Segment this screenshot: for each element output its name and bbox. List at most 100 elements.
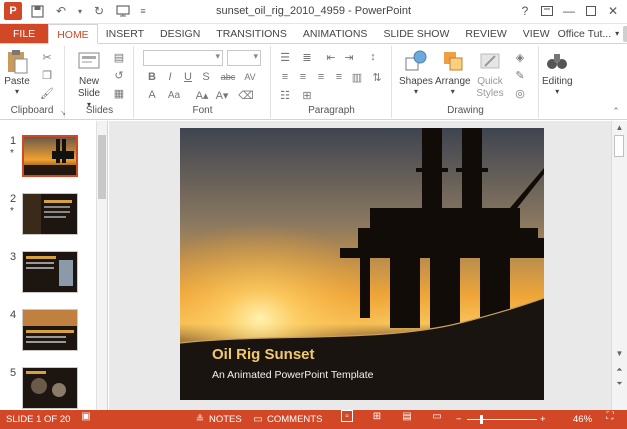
- notes-button[interactable]: ≗ NOTES: [194, 410, 242, 429]
- zoom-out-icon[interactable]: −: [456, 410, 462, 429]
- paste-button[interactable]: Paste ▾: [4, 48, 30, 96]
- thumbnails-scroll-thumb[interactable]: [98, 135, 106, 199]
- new-slide-button[interactable]: New Slide ▾: [74, 48, 104, 109]
- slide-thumbnails-pane: 1 * 2 * 3 4 5: [0, 121, 108, 410]
- character-spacing-button[interactable]: AV: [241, 70, 259, 84]
- help-icon[interactable]: ?: [515, 2, 535, 20]
- zoom-level[interactable]: 46%: [573, 410, 592, 429]
- cut-icon[interactable]: ✂: [40, 50, 54, 64]
- decrease-indent-icon[interactable]: ⇤: [324, 50, 338, 64]
- ribbon-display-options-icon[interactable]: [537, 2, 557, 20]
- slide-scrollbar[interactable]: ▲ ▼ ⏶ ⏷: [611, 121, 627, 410]
- tab-transitions[interactable]: TRANSITIONS: [208, 24, 295, 43]
- tab-view[interactable]: VIEW: [515, 24, 558, 43]
- smartart-icon[interactable]: ⊞: [300, 88, 314, 102]
- slide-thumbnail-2[interactable]: 2 *: [0, 193, 96, 245]
- reading-view-icon[interactable]: ▤: [401, 410, 413, 422]
- ribbon-tabs: FILE HOME INSERT DESIGN TRANSITIONS ANIM…: [0, 24, 627, 44]
- zoom-in-icon[interactable]: +: [540, 410, 546, 429]
- increase-indent-icon[interactable]: ⇥: [342, 50, 356, 64]
- shrink-font-icon[interactable]: A▾: [215, 88, 229, 102]
- reset-icon[interactable]: ↺: [112, 68, 126, 82]
- align-left-icon[interactable]: ≡: [278, 70, 292, 84]
- account-name[interactable]: Office Tut...: [558, 24, 612, 44]
- grow-font-icon[interactable]: A▴: [195, 88, 209, 102]
- avatar[interactable]: [623, 25, 627, 42]
- tab-animations[interactable]: ANIMATIONS: [295, 24, 376, 43]
- shapes-dropdown-icon[interactable]: ▾: [414, 87, 418, 96]
- slide-scroll-thumb[interactable]: [614, 135, 624, 157]
- shapes-button[interactable]: Shapes ▾: [399, 48, 433, 96]
- editing-button[interactable]: Editing ▾: [542, 48, 573, 96]
- slide-subtitle[interactable]: An Animated PowerPoint Template: [212, 369, 373, 381]
- shape-outline-icon[interactable]: ✎: [513, 68, 527, 82]
- comments-button[interactable]: ▭ COMMENTS: [252, 410, 322, 429]
- line-spacing-icon[interactable]: ↕: [366, 50, 380, 64]
- text-direction-icon[interactable]: ⇅: [370, 70, 384, 84]
- slide-sorter-icon[interactable]: ⊞: [371, 410, 383, 422]
- align-right-icon[interactable]: ≡: [314, 70, 328, 84]
- thumbnail-image: [22, 309, 78, 351]
- close-icon[interactable]: ✕: [603, 2, 623, 20]
- shape-fill-icon[interactable]: ◈: [513, 50, 527, 64]
- slide-title[interactable]: Oil Rig Sunset: [212, 346, 315, 363]
- zoom-slider-handle[interactable]: [480, 415, 483, 424]
- font-size-select[interactable]: [227, 50, 261, 66]
- slide-thumbnail-4[interactable]: 4: [0, 309, 96, 361]
- tab-slide-show[interactable]: SLIDE SHOW: [375, 24, 457, 43]
- fit-slide-icon[interactable]: ⛶: [604, 410, 616, 422]
- tab-home[interactable]: HOME: [48, 24, 98, 44]
- columns-icon[interactable]: ▥: [350, 70, 364, 84]
- slide-thumbnail-1[interactable]: 1 *: [0, 135, 96, 187]
- underline-button[interactable]: U: [181, 70, 195, 84]
- format-painter-icon[interactable]: 🖌: [40, 86, 54, 100]
- layout-icon[interactable]: ▤: [112, 50, 126, 64]
- slide-number: 3: [10, 251, 17, 263]
- justify-icon[interactable]: ≡: [332, 70, 346, 84]
- thumbnail-image: [22, 251, 78, 293]
- current-slide[interactable]: Oil Rig Sunset An Animated PowerPoint Te…: [180, 128, 544, 400]
- drawing-label: Drawing: [447, 105, 484, 116]
- copy-icon[interactable]: ❐: [40, 68, 54, 82]
- account-dropdown-icon[interactable]: ▾: [615, 29, 619, 38]
- numbering-icon[interactable]: ≣: [300, 50, 314, 64]
- tab-file[interactable]: FILE: [0, 24, 49, 43]
- slide-thumbnail-5[interactable]: 5: [0, 367, 96, 410]
- arrange-button[interactable]: Arrange ▾: [435, 48, 471, 96]
- bullets-icon[interactable]: ☰: [278, 50, 292, 64]
- italic-button[interactable]: I: [163, 70, 177, 84]
- quick-styles-button[interactable]: Quick Styles: [473, 48, 507, 100]
- align-center-icon[interactable]: ≡: [296, 70, 310, 84]
- tab-design[interactable]: DESIGN: [152, 24, 208, 43]
- maximize-icon[interactable]: [581, 2, 601, 20]
- zoom-slider[interactable]: [467, 419, 537, 420]
- shadow-button[interactable]: S: [199, 70, 213, 84]
- font-family-select[interactable]: [143, 50, 223, 66]
- minimize-icon[interactable]: —: [559, 2, 579, 20]
- previous-slide-icon[interactable]: ⏶: [614, 365, 625, 375]
- account-area[interactable]: Office Tut... ▾: [558, 24, 627, 43]
- shape-effects-icon[interactable]: ◎: [513, 86, 527, 100]
- scroll-up-icon[interactable]: ▲: [614, 123, 625, 132]
- paste-dropdown-icon[interactable]: ▾: [15, 87, 19, 96]
- font-color-button[interactable]: A: [145, 88, 159, 102]
- tab-review[interactable]: REVIEW: [457, 24, 514, 43]
- arrange-dropdown-icon[interactable]: ▾: [451, 87, 455, 96]
- spell-check-icon[interactable]: ▣: [80, 410, 92, 422]
- thumbnails-scrollbar[interactable]: [96, 121, 107, 410]
- strikethrough-button[interactable]: abc: [219, 70, 237, 84]
- section-icon[interactable]: ▦: [112, 86, 126, 100]
- change-case-button[interactable]: Aa: [163, 88, 185, 102]
- collapse-ribbon-icon[interactable]: ⌃: [609, 104, 623, 118]
- scroll-down-icon[interactable]: ▼: [614, 349, 625, 358]
- tab-insert[interactable]: INSERT: [98, 24, 152, 43]
- clear-formatting-icon[interactable]: ⌫: [238, 88, 254, 102]
- bold-button[interactable]: B: [145, 70, 159, 84]
- next-slide-icon[interactable]: ⏷: [614, 379, 625, 389]
- slide-show-icon[interactable]: ▭: [431, 410, 443, 422]
- binoculars-icon: [547, 54, 568, 69]
- slide-thumbnail-3[interactable]: 3: [0, 251, 96, 303]
- normal-view-icon[interactable]: ▫: [341, 410, 353, 422]
- editing-dropdown-icon[interactable]: ▾: [555, 87, 559, 96]
- align-text-icon[interactable]: ☷: [278, 88, 292, 102]
